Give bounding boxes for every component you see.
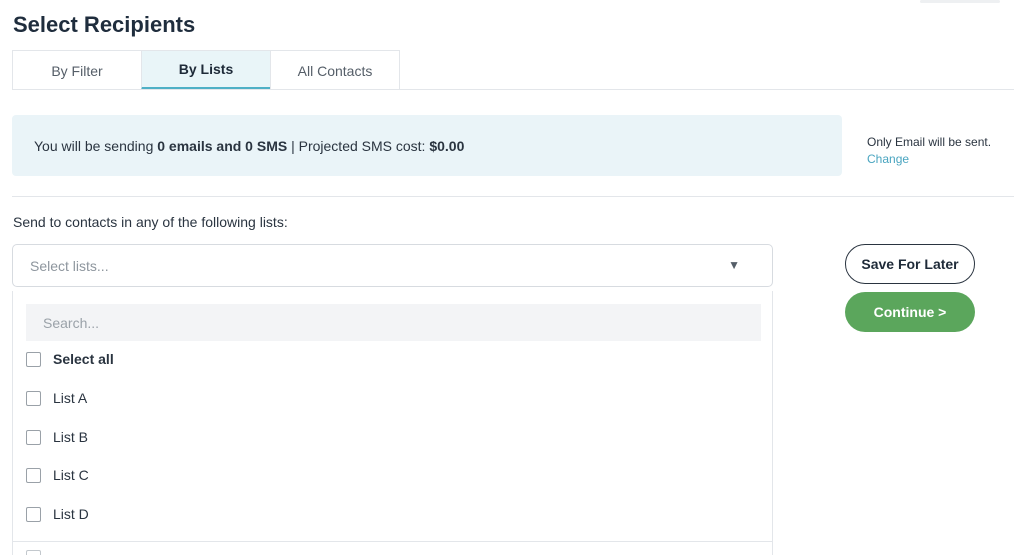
tab-by-lists[interactable]: By Lists [141,50,271,90]
recipient-tabs: By Filter By Lists All Contacts [12,50,400,90]
tabs-divider [12,89,1014,90]
header-remnant [920,0,1000,3]
list-option-label: List A [53,390,88,406]
list-option-checkbox[interactable] [26,506,41,522]
tab-all-contacts[interactable]: All Contacts [270,50,400,90]
banner-prefix: You will be sending [34,137,154,154]
select-all-label: Select all [53,351,114,367]
continue-button[interactable]: Continue > [845,292,975,332]
save-for-later-button[interactable]: Save For Later [845,244,975,284]
banner-cost: $0.00 [429,137,465,154]
list-option-checkbox[interactable] [26,390,41,406]
select-all-checkbox[interactable] [26,351,41,367]
list-option-label: List B [53,429,89,445]
list-option-label: List C [53,467,89,483]
lists-select-placeholder: Select lists... [30,257,109,274]
list-option[interactable]: List C [26,465,89,485]
send-mode-note: Only Email will be sent. Change [867,134,991,168]
lists-search-input[interactable] [43,314,761,331]
list-option-checkbox[interactable] [26,467,41,483]
lists-dropdown: Select all List A List B List C List D [12,291,773,555]
list-option-label: List D [53,506,89,522]
banner-middle: | Projected SMS cost: [291,137,426,154]
send-mode-text: Only Email will be sent. [867,135,992,149]
list-option[interactable]: List A [26,388,87,408]
change-mode-link[interactable]: Change [867,151,991,168]
lists-label: Send to contacts in any of the following… [13,214,288,230]
list-option[interactable]: List B [26,427,88,447]
caret-down-icon: ▼ [728,258,740,272]
page-title: Select Recipients [13,12,196,37]
lists-select[interactable]: Select lists... ▼ [12,244,773,287]
send-summary-banner: You will be sending 0 emails and 0 SMS |… [12,115,842,176]
partial-checkbox[interactable] [26,550,41,555]
dropdown-footer-divider [13,541,772,542]
section-divider [12,196,1014,197]
select-all-option[interactable]: Select all [26,349,114,369]
list-option-checkbox[interactable] [26,429,41,445]
list-option[interactable]: List D [26,504,89,524]
banner-counts: 0 emails and 0 SMS [157,137,288,154]
tab-by-filter[interactable]: By Filter [12,50,142,90]
lists-search-box [26,304,761,341]
